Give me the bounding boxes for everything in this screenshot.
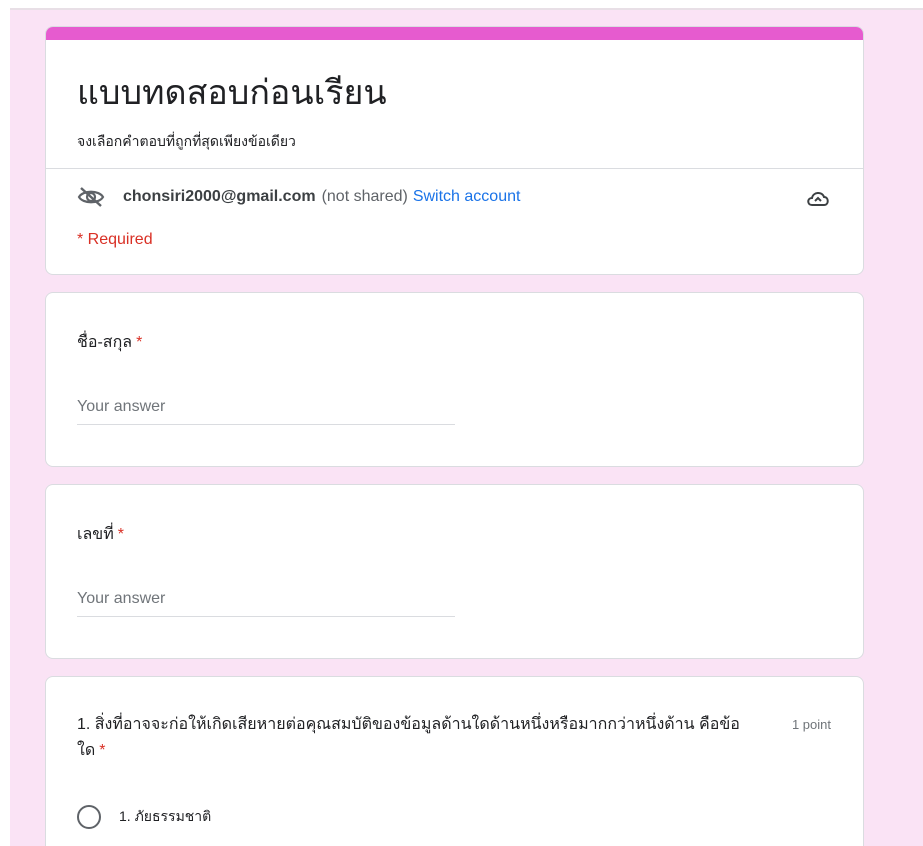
header-divider bbox=[46, 168, 863, 169]
accent-band bbox=[46, 27, 863, 40]
mcq-question: 1. สิ่งที่อาจจะก่อให้เกิดเสียหายต่อคุณสม… bbox=[77, 712, 767, 764]
required-star: * bbox=[136, 334, 143, 351]
cloud-sync-icon[interactable] bbox=[805, 187, 831, 209]
radio-unchecked-icon[interactable] bbox=[77, 805, 101, 829]
account-email: chonsiri2000@gmail.com bbox=[123, 188, 316, 205]
required-note: * Required bbox=[77, 231, 153, 248]
question-card-number: เลขที่ * bbox=[45, 484, 864, 659]
name-answer-input[interactable] bbox=[77, 393, 455, 425]
account-row: chonsiri2000@gmail.com (not shared) Swit… bbox=[77, 185, 837, 209]
form-title: แบบทดสอบก่อนเรียน bbox=[77, 74, 387, 112]
number-answer-input[interactable] bbox=[77, 585, 455, 617]
form-header-card: แบบทดสอบก่อนเรียน จงเลือกคำตอบที่ถูกที่ส… bbox=[45, 26, 864, 275]
option-label: 1. ภัยธรรมชาติ bbox=[119, 808, 212, 824]
question-card-mcq: 1. สิ่งที่อาจจะก่อให้เกิดเสียหายต่อคุณสม… bbox=[45, 676, 864, 846]
points-label: 1 point bbox=[791, 717, 831, 732]
mcq-option[interactable]: 1. ภัยธรรมชาติ bbox=[77, 805, 211, 829]
question-label: ชื่อ-สกุล * bbox=[77, 330, 142, 355]
required-star: * bbox=[99, 742, 106, 759]
mcq-question-text: 1. สิ่งที่อาจจะก่อให้เกิดเสียหายต่อคุณสม… bbox=[77, 716, 740, 759]
required-star: * bbox=[117, 526, 124, 543]
form-description: จงเลือกคำตอบที่ถูกที่สุดเพียงข้อเดียว bbox=[77, 133, 296, 149]
question-title: ชื่อ-สกุล bbox=[77, 334, 133, 351]
not-shared-label: (not shared) bbox=[321, 188, 408, 205]
question-title: เลขที่ bbox=[77, 526, 114, 543]
eye-off-icon bbox=[77, 187, 105, 207]
question-card-name: ชื่อ-สกุล * bbox=[45, 292, 864, 467]
switch-account-link[interactable]: Switch account bbox=[413, 188, 521, 206]
question-label: เลขที่ * bbox=[77, 522, 124, 547]
